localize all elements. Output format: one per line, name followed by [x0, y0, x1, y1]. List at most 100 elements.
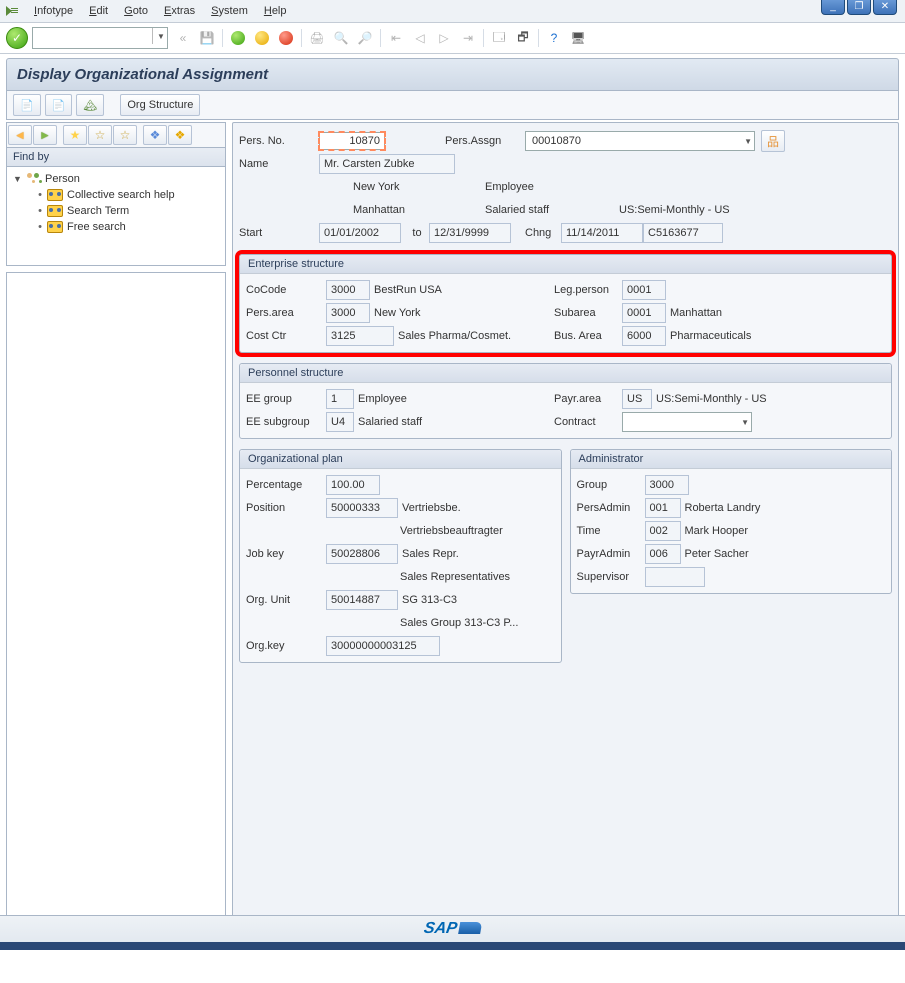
payradmin-value: 006 — [645, 544, 681, 564]
supervisor-label: Supervisor — [577, 571, 645, 583]
persadmin-value: 001 — [645, 498, 681, 518]
menu-goto[interactable]: Goto — [116, 2, 156, 20]
help-icon[interactable]: ? — [543, 27, 565, 49]
tree-node-free-search[interactable]: •Free search — [13, 219, 223, 235]
menu-edit[interactable]: Edit — [81, 2, 116, 20]
menu-extras[interactable]: Extras — [156, 2, 203, 20]
eegroup-value: 1 — [326, 389, 354, 409]
next-page-icon[interactable]: ▷ — [433, 27, 455, 49]
command-field[interactable] — [32, 27, 168, 49]
obj-next-icon[interactable] — [33, 125, 57, 145]
tree-node-person[interactable]: ▼Person — [13, 171, 223, 187]
pos-text2: Vertriebsbeauftragter — [396, 525, 503, 537]
end-value: 12/31/9999 — [429, 223, 511, 243]
subarea-text: Manhattan — [349, 204, 481, 216]
busarea-label: Bus. Area — [554, 330, 622, 342]
minimize-button[interactable]: _ — [821, 0, 845, 15]
busarea-text: Pharmaceuticals — [666, 330, 751, 342]
eesub-label: EE subgroup — [246, 416, 326, 428]
next-record-button[interactable]: 📄 — [45, 94, 73, 116]
nav-first-icon[interactable]: « — [172, 27, 194, 49]
chng-label: Chng — [521, 227, 561, 239]
pers-no-input[interactable] — [319, 132, 385, 150]
restore-button[interactable]: ❐ — [847, 0, 871, 15]
eesub-text: Salaried staff — [354, 416, 554, 428]
standard-toolbar: ✓ ▼ « 💾 🖨 🔍 🔎 ⇤ ◁ ▷ ⇥ 🗔 🗗 ? 🖥 — [0, 23, 905, 54]
enter-button[interactable]: ✓ — [6, 27, 28, 49]
fav-del-icon[interactable] — [113, 125, 137, 145]
binoculars-icon — [47, 189, 63, 201]
payradmin-label: PayrAdmin — [577, 548, 645, 560]
layout-icon[interactable]: 🖥 — [567, 27, 589, 49]
administrator-group: Administrator Group3000 PersAdmin001Robe… — [570, 449, 893, 594]
job-label: Job key — [246, 548, 326, 560]
job-value: 50028806 — [326, 544, 398, 564]
doc-next-icon: 📄 — [52, 99, 66, 112]
subarea-value: 0001 — [622, 303, 666, 323]
eesub-value: U4 — [326, 412, 354, 432]
find-next-icon[interactable]: 🔎 — [354, 27, 376, 49]
page-title: Display Organizational Assignment — [6, 58, 899, 91]
eegroup-text: Employee — [354, 393, 554, 405]
pct-value: 100.00 — [326, 475, 380, 495]
fav-list-icon[interactable] — [88, 125, 112, 145]
menu-bar: Infotype Edit Goto Extras System Help _ … — [0, 0, 905, 23]
menu-infotype[interactable]: Infotype — [26, 2, 81, 20]
pers-no-label: Pers. No. — [239, 135, 319, 147]
menu-nav-icon[interactable] — [6, 4, 20, 18]
pers-assgn-combo[interactable]: 00010870▼ — [525, 131, 755, 151]
tree-node-collective[interactable]: •Collective search help — [13, 187, 223, 203]
save-icon[interactable]: 💾 — [196, 27, 218, 49]
menu-help[interactable]: Help — [256, 2, 295, 20]
menu-system[interactable]: System — [203, 2, 256, 20]
costctr-value: 3125 — [326, 326, 394, 346]
print-icon[interactable]: 🖨 — [306, 27, 328, 49]
close-button[interactable]: ✕ — [873, 0, 897, 15]
orgunit-text2: Sales Group 313-C3 P... — [396, 617, 518, 629]
subgroup-text: Salaried staff — [481, 204, 615, 216]
hitlist-down-icon[interactable] — [143, 125, 167, 145]
obj-prev-icon[interactable] — [8, 125, 32, 145]
name-label: Name — [239, 158, 319, 170]
eegroup-label: EE group — [246, 393, 326, 405]
contract-label: Contract — [554, 416, 622, 428]
busarea-value: 6000 — [622, 326, 666, 346]
last-page-icon[interactable]: ⇥ — [457, 27, 479, 49]
orgunit-label: Org. Unit — [246, 594, 326, 606]
find-icon[interactable]: 🔍 — [330, 27, 352, 49]
area-text: New York — [349, 181, 481, 193]
org-structure-button[interactable]: Org Structure — [120, 94, 200, 116]
hit-list-panel — [6, 272, 226, 942]
cancel-icon[interactable] — [275, 27, 297, 49]
payrarea-label: Payr.area — [554, 393, 622, 405]
tree-label: Free search — [67, 221, 126, 233]
payrarea-text: US:Semi-Monthly - US — [652, 393, 767, 405]
cocode-value: 3000 — [326, 280, 370, 300]
new-session-icon[interactable]: 🗔 — [488, 27, 510, 49]
start-value: 01/01/2002 — [319, 223, 401, 243]
prev-page-icon[interactable]: ◁ — [409, 27, 431, 49]
twisty-icon[interactable]: ▼ — [13, 174, 23, 184]
fav-add-icon[interactable] — [63, 125, 87, 145]
emp-text: Employee — [481, 181, 615, 193]
orgkey-label: Org.key — [246, 640, 326, 652]
chevron-down-icon: ▼ — [737, 418, 749, 427]
tree-node-search-term[interactable]: •Search Term — [13, 203, 223, 219]
back-icon[interactable] — [227, 27, 249, 49]
find-by-tree[interactable]: ▼Person •Collective search help •Search … — [6, 167, 226, 266]
org-hierarchy-button[interactable]: 品 — [761, 130, 785, 152]
first-page-icon[interactable]: ⇤ — [385, 27, 407, 49]
hitlist-up-icon[interactable] — [168, 125, 192, 145]
contract-combo[interactable]: ▼ — [622, 412, 752, 432]
overview-button[interactable]: 🏔 — [76, 94, 104, 116]
enterprise-structure-group: Enterprise structure CoCode 3000 BestRun… — [239, 254, 892, 353]
cocode-text: BestRun USA — [370, 284, 554, 296]
shortcut-icon[interactable]: 🗗 — [512, 27, 534, 49]
command-dropdown-icon[interactable]: ▼ — [152, 28, 169, 44]
subarea-label: Subarea — [554, 307, 622, 319]
pos-label: Position — [246, 502, 326, 514]
prev-record-button[interactable]: 📄 — [13, 94, 41, 116]
payradmin-text: Peter Sacher — [681, 548, 749, 560]
exit-icon[interactable] — [251, 27, 273, 49]
chng-date: 11/14/2011 — [561, 223, 643, 243]
